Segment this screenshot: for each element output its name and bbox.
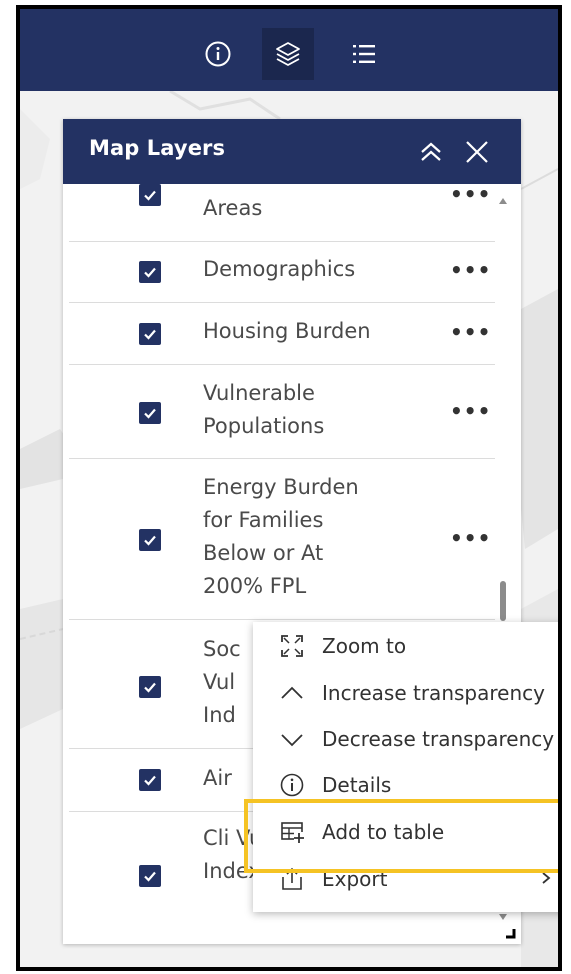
tab-legend[interactable] [338, 28, 390, 80]
layer-context-menu: Zoom to Increase transparency Decrease t… [253, 622, 558, 912]
layer-visibility-checkbox[interactable] [139, 529, 161, 551]
layer-label: Areas [203, 196, 263, 220]
layers-icon [276, 42, 300, 66]
menu-item-label: Decrease transparency [322, 727, 555, 751]
panel-header: Map Layers [63, 119, 521, 184]
checkmark-icon [144, 775, 156, 786]
layer-label: Demographics [203, 257, 356, 281]
tab-info[interactable] [192, 28, 244, 80]
submenu-chevron-icon [542, 872, 551, 884]
collapse-panel-button[interactable] [415, 136, 447, 168]
menu-item-increase-transparency[interactable]: Increase transparency [253, 671, 558, 715]
layer-options-button[interactable]: ••• [450, 260, 490, 280]
scrollbar-thumb[interactable] [500, 581, 506, 621]
scroll-down-arrow[interactable] [499, 914, 507, 920]
layer-options-button[interactable]: ••• [450, 528, 490, 548]
app-toolbar [20, 9, 558, 91]
menu-item-label: Details [322, 773, 392, 797]
layer-visibility-checkbox[interactable] [139, 184, 161, 206]
layer-row[interactable]: Demographics ••• [69, 241, 495, 303]
menu-item-decrease-transparency[interactable]: Decrease transparency [253, 717, 558, 761]
checkmark-icon [144, 267, 156, 278]
chevron-down-icon [280, 727, 304, 751]
info-icon [205, 41, 231, 67]
checkmark-icon [144, 329, 156, 340]
layer-options-button[interactable]: ••• [450, 322, 490, 342]
layer-visibility-checkbox[interactable] [139, 402, 161, 424]
add-table-icon [280, 820, 304, 844]
close-icon [466, 141, 488, 163]
layer-label: Housing Burden [203, 319, 371, 343]
legend-list-icon [353, 45, 375, 63]
layer-label: Vulnerable Populations [203, 381, 325, 438]
layer-row[interactable]: Energy Burden for Families Below or At 2… [69, 459, 495, 620]
layer-row[interactable]: Housing Burden ••• [69, 303, 495, 365]
double-chevron-up-icon [421, 142, 441, 161]
zoom-to-extent-icon [280, 634, 304, 658]
screenshot-frame: Map Layers Areas ••• Demographics ••• Ho… [16, 5, 562, 971]
layer-visibility-checkbox[interactable] [139, 261, 161, 283]
layer-options-button[interactable]: ••• [450, 401, 490, 421]
export-icon [280, 867, 304, 891]
menu-item-label: Add to table [322, 820, 445, 844]
chevron-up-icon [280, 681, 304, 705]
checkmark-icon [144, 535, 156, 546]
layer-visibility-checkbox[interactable] [139, 769, 161, 791]
layer-row[interactable]: Areas ••• [69, 184, 495, 242]
menu-item-add-to-table[interactable]: Add to table [253, 810, 558, 854]
resize-handle-icon[interactable] [504, 927, 516, 939]
layer-visibility-checkbox[interactable] [139, 676, 161, 698]
menu-item-details[interactable]: Details [253, 763, 558, 807]
layer-options-button[interactable]: ••• [450, 184, 490, 204]
checkmark-icon [144, 408, 156, 419]
menu-item-label: Zoom to [322, 634, 407, 658]
tab-layers[interactable] [262, 28, 314, 80]
info-icon [280, 773, 304, 797]
menu-item-zoom-to[interactable]: Zoom to [253, 624, 558, 668]
close-panel-button[interactable] [461, 136, 493, 168]
menu-item-label: Export [322, 867, 388, 891]
menu-item-label: Increase transparency [322, 681, 545, 705]
scroll-up-arrow[interactable] [499, 198, 507, 204]
checkmark-icon [144, 871, 156, 882]
layer-row[interactable]: Vulnerable Populations ••• [69, 365, 495, 459]
panel-title: Map Layers [89, 136, 226, 160]
layer-visibility-checkbox[interactable] [139, 323, 161, 345]
layer-visibility-checkbox[interactable] [139, 865, 161, 887]
checkmark-icon [144, 682, 156, 693]
layer-label: Energy Burden for Families Below or At 2… [203, 475, 359, 598]
checkmark-icon [144, 190, 156, 201]
menu-item-export[interactable]: Export [253, 857, 558, 901]
